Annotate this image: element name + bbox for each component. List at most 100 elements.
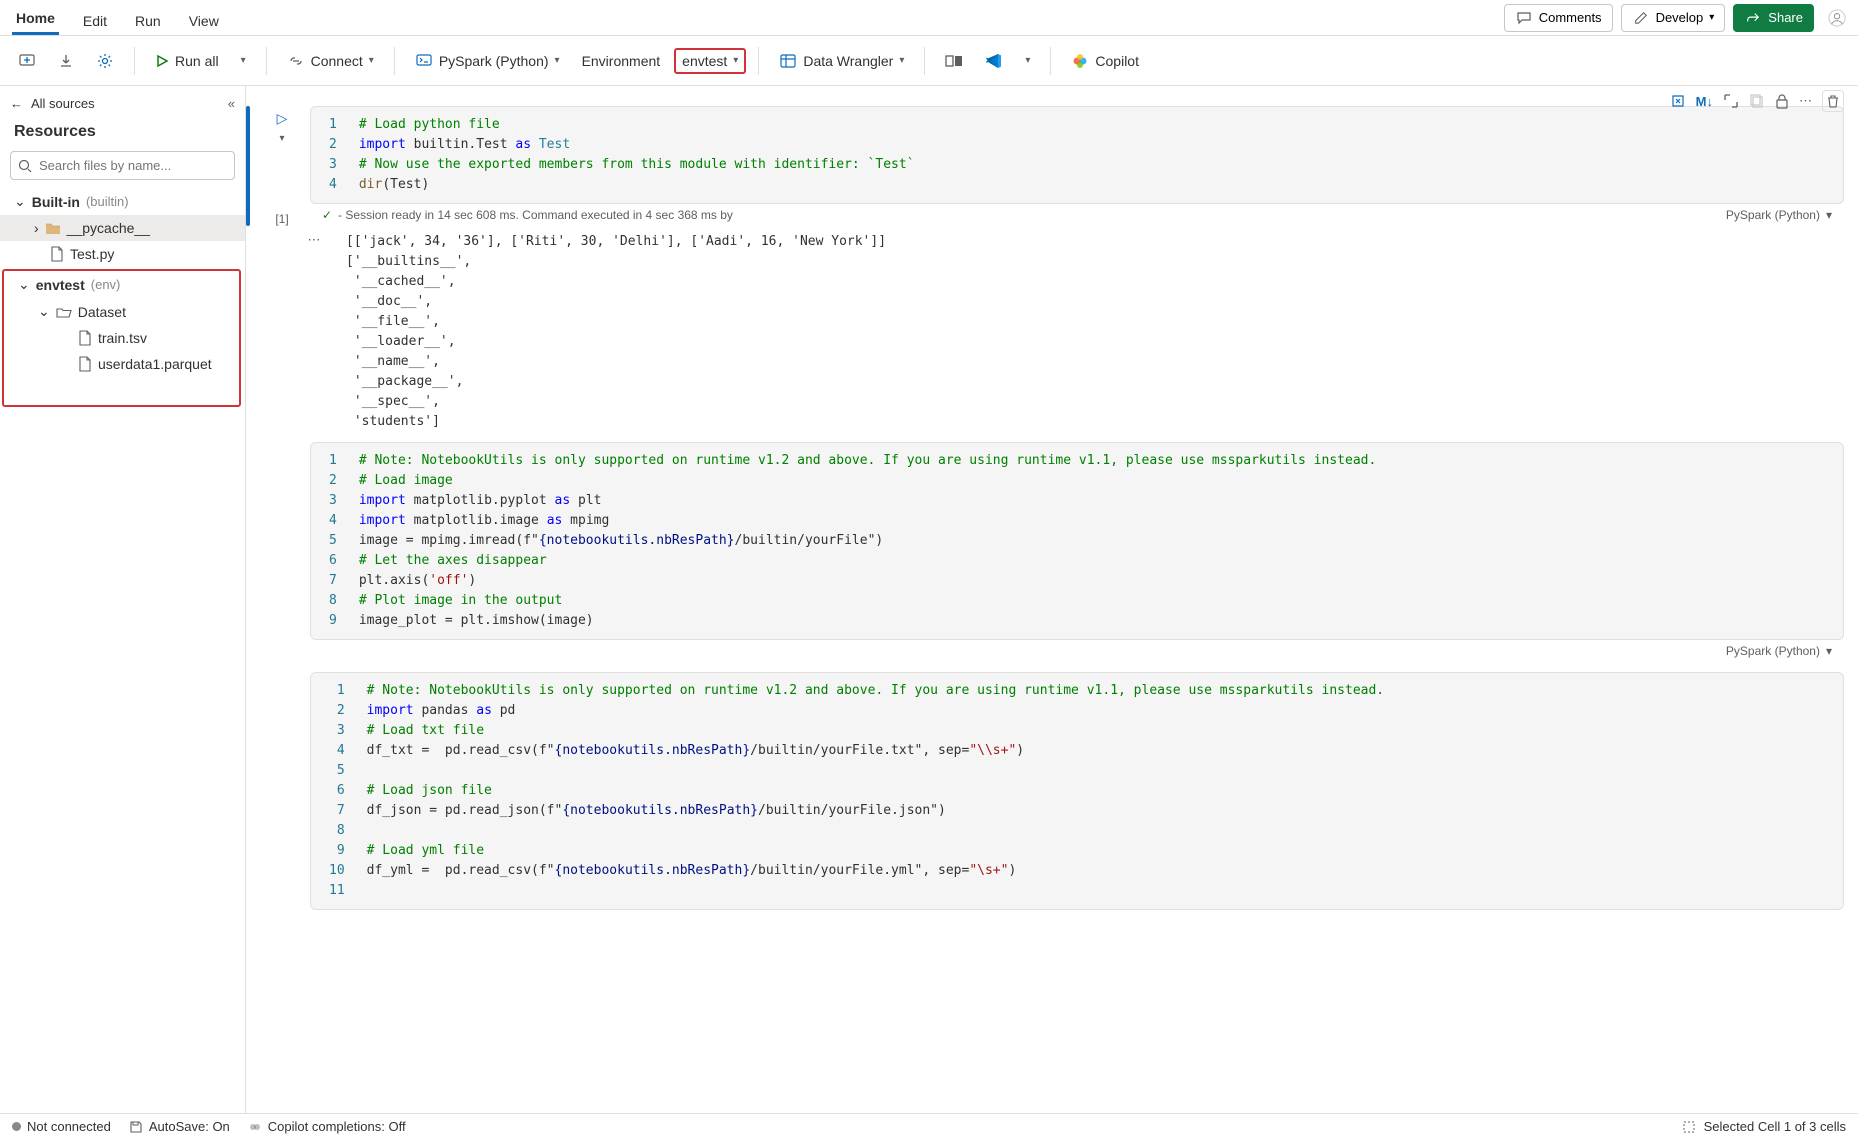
tab-home[interactable]: Home: [12, 2, 59, 35]
code-cell-3[interactable]: 1234567891011 # Note: NotebookUtils is o…: [246, 672, 1844, 910]
expand-icon[interactable]: [1723, 93, 1739, 109]
builtin-label: Built-in: [32, 194, 80, 210]
status-bar: Not connected AutoSave: On Copilot compl…: [0, 1113, 1858, 1139]
chevron-down-icon: ▾: [369, 55, 374, 66]
vscode-button[interactable]: [977, 47, 1011, 75]
file-icon: [50, 246, 64, 262]
tree-envtest-root[interactable]: ⌄ envtest (env): [4, 271, 239, 298]
chevron-down-icon: ▾: [1826, 644, 1832, 658]
tab-edit[interactable]: Edit: [79, 5, 111, 35]
line-numbers: 1234: [311, 107, 347, 203]
develop-label: Develop: [1656, 10, 1704, 25]
tab-run[interactable]: Run: [131, 5, 165, 35]
exec-count: [1]: [275, 212, 288, 226]
code-editor[interactable]: # Note: NotebookUtils is only supported …: [355, 673, 1843, 909]
all-sources-back[interactable]: ← All sources: [10, 96, 95, 111]
more-icon[interactable]: ⋯: [1799, 93, 1812, 109]
tree-testpy[interactable]: Test.py: [0, 241, 245, 267]
tree-userdata[interactable]: userdata1.parquet: [4, 351, 239, 377]
environment-dropdown[interactable]: envtest ▾: [674, 48, 746, 74]
file-icon: [78, 330, 92, 346]
collapse-sidebar-button[interactable]: «: [228, 96, 235, 111]
environment-label: Environment: [574, 48, 669, 74]
connection-status[interactable]: Not connected: [12, 1119, 111, 1134]
code-cell-1[interactable]: ▷ ▾ [1] 1234 # Load python file import b…: [246, 106, 1844, 226]
vscode-dropdown[interactable]: ▾: [1017, 50, 1038, 71]
copilot-label: Copilot: [1095, 53, 1139, 69]
run-cell-dropdown[interactable]: ▾: [279, 133, 284, 144]
selection-status: Selected Cell 1 of 3 cells: [1704, 1119, 1846, 1134]
chevron-down-icon: ▾: [899, 55, 904, 66]
userdata-label: userdata1.parquet: [98, 356, 212, 372]
selection-icon: [1682, 1120, 1696, 1134]
delete-icon[interactable]: [1822, 90, 1844, 112]
copy-icon[interactable]: [1749, 93, 1765, 109]
train-label: train.tsv: [98, 330, 147, 346]
markdown-icon[interactable]: M↓: [1696, 94, 1713, 109]
settings-button[interactable]: [88, 47, 122, 75]
pycache-label: __pycache__: [67, 220, 150, 236]
connect-label: Connect: [311, 53, 363, 69]
chevron-down-icon: ▾: [555, 55, 560, 66]
file-icon: [78, 356, 92, 372]
search-input[interactable]: [10, 151, 235, 180]
tab-view[interactable]: View: [185, 5, 223, 35]
chevron-down-icon: ▾: [733, 55, 738, 66]
tree-builtin-root[interactable]: ⌄ Built-in (builtin): [0, 188, 245, 215]
tree-dataset[interactable]: ⌄ Dataset: [4, 298, 239, 325]
line-numbers: 1234567891011: [311, 673, 355, 909]
layout-button[interactable]: [937, 49, 971, 73]
run-all-label: Run all: [175, 53, 219, 69]
all-sources-label: All sources: [31, 96, 95, 111]
chevron-down-icon: ▾: [1826, 208, 1832, 222]
search-icon: [18, 159, 32, 173]
kernel-dropdown[interactable]: PySpark (Python) ▾: [407, 47, 568, 75]
envtest-note: (env): [91, 277, 121, 292]
chevron-down-icon: ⌄: [14, 193, 26, 210]
dataset-label: Dataset: [78, 304, 126, 320]
folder-icon: [45, 221, 61, 235]
run-cell-button[interactable]: ▷: [277, 110, 288, 127]
kernel-label: PySpark (Python): [439, 53, 549, 69]
comments-button[interactable]: Comments: [1504, 4, 1613, 32]
lock-icon[interactable]: [1775, 93, 1789, 109]
resources-title: Resources: [0, 119, 245, 151]
chevron-right-icon: ›: [34, 220, 39, 236]
connect-button[interactable]: Connect ▾: [279, 48, 382, 74]
arrow-left-icon: ←: [10, 96, 23, 111]
output-text: [['jack', 34, '36'], ['Riti', 30, 'Delhi…: [326, 232, 886, 432]
copilot-button[interactable]: Copilot: [1063, 47, 1147, 75]
top-tabs-row: Home Edit Run View Comments Develop ▾: [0, 0, 1858, 36]
cell-output: ⋯ [['jack', 34, '36'], ['Riti', 30, 'Del…: [302, 232, 1844, 432]
cell-language-picker[interactable]: PySpark (Python) ▾: [1726, 208, 1832, 222]
tree-train[interactable]: train.tsv: [4, 325, 239, 351]
convert-icon[interactable]: [1670, 93, 1686, 109]
code-editor[interactable]: # Load python file import builtin.Test a…: [347, 107, 1843, 203]
copilot-completions-toggle[interactable]: Copilot completions: Off: [248, 1119, 406, 1134]
run-all-button[interactable]: Run all: [147, 48, 227, 74]
share-icon: [1744, 9, 1762, 27]
save-icon: [129, 1120, 143, 1134]
status-dot-icon: [12, 1122, 21, 1131]
autosave-toggle[interactable]: AutoSave: On: [129, 1119, 230, 1134]
cell-language-picker[interactable]: PySpark (Python) ▾: [1726, 644, 1832, 658]
folder-open-icon: [56, 305, 72, 319]
data-wrangler-button[interactable]: Data Wrangler ▾: [771, 47, 912, 75]
data-wrangler-label: Data Wrangler: [803, 53, 893, 69]
run-all-dropdown[interactable]: ▾: [233, 50, 254, 71]
code-editor[interactable]: # Note: NotebookUtils is only supported …: [347, 443, 1843, 639]
tree-pycache[interactable]: › __pycache__: [0, 215, 245, 241]
testpy-label: Test.py: [70, 246, 114, 262]
resources-sidebar: ← All sources « Resources ⌄ Built-in (bu…: [0, 86, 246, 1113]
download-button[interactable]: [50, 48, 82, 74]
line-numbers: 123456789: [311, 443, 347, 639]
code-cell-2[interactable]: 123456789 # Note: NotebookUtils is only …: [246, 442, 1844, 662]
develop-button[interactable]: Develop ▾: [1621, 4, 1726, 32]
envtest-label: envtest: [682, 53, 727, 69]
share-button[interactable]: Share: [1733, 4, 1814, 32]
chevron-down-icon: ▾: [1709, 12, 1714, 23]
output-more-icon[interactable]: ⋯: [302, 232, 326, 432]
comment-icon: [1515, 9, 1533, 27]
add-cell-button[interactable]: [10, 47, 44, 75]
persona-icon[interactable]: [1828, 9, 1846, 27]
